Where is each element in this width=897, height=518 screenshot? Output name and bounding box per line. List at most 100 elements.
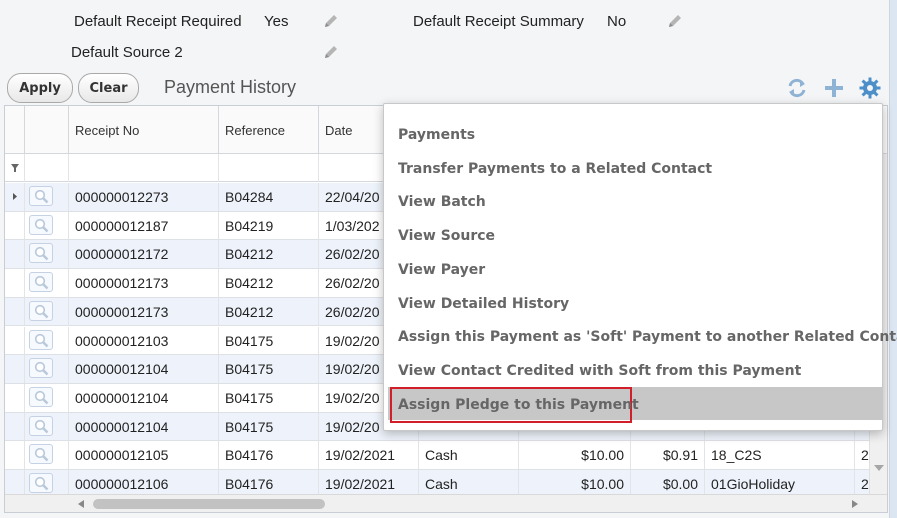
row-selected-arrow-icon — [13, 193, 17, 200]
view-record-button[interactable] — [29, 329, 53, 350]
amount-cell: $10.00 — [519, 441, 631, 469]
context-menu: Payments Transfer Payments to a Related … — [383, 103, 897, 431]
source-cell: 18_C2S — [705, 441, 855, 469]
magnifier-icon — [34, 304, 49, 319]
apply-button[interactable]: Apply — [7, 73, 73, 103]
gear-icon[interactable] — [859, 77, 881, 99]
default-source-2-label: Default Source 2 — [71, 44, 183, 61]
magnifier-icon — [34, 362, 49, 376]
view-record-button[interactable] — [29, 186, 53, 206]
clear-button[interactable]: Clear — [78, 73, 139, 103]
menu-item-view-contact-credited[interactable]: View Contact Credited with Soft from thi… — [398, 363, 801, 379]
magnifier-icon — [34, 189, 49, 204]
refresh-icon[interactable] — [786, 77, 808, 99]
default-receipt-required-label: Default Receipt Required — [74, 13, 242, 30]
menu-item-assign-pledge[interactable]: Assign Pledge to this Payment — [398, 397, 639, 413]
row-indicator-cell — [5, 211, 25, 240]
menu-item-view-batch[interactable]: View Batch — [398, 194, 486, 210]
header-indicator-cell — [5, 106, 25, 154]
edit-receipt-required-pencil-icon[interactable] — [322, 12, 340, 30]
row-indicator-cell — [5, 297, 25, 326]
menu-item-payments[interactable]: Payments — [398, 127, 475, 143]
menu-item-view-detailed-history[interactable]: View Detailed History — [398, 296, 569, 312]
reference-cell: B04212 — [219, 269, 319, 297]
view-cell — [25, 383, 69, 412]
plus-icon[interactable] — [823, 77, 845, 99]
receipt-cell: 000000012273 — [69, 183, 219, 211]
section-title: Payment History — [164, 77, 297, 97]
scroll-down-arrow-icon[interactable] — [873, 464, 885, 472]
reference-cell: B04219 — [219, 211, 319, 240]
view-record-button[interactable] — [29, 415, 53, 436]
scroll-right-arrow-icon[interactable] — [851, 499, 859, 509]
view-cell — [25, 183, 69, 211]
header-view-cell — [25, 106, 69, 154]
view-cell — [25, 412, 69, 441]
reference-cell: B04284 — [219, 183, 319, 211]
view-record-button[interactable] — [29, 444, 53, 465]
header-reference[interactable]: Reference — [219, 106, 319, 154]
reference-cell: B04212 — [219, 297, 319, 326]
row-indicator-cell — [5, 183, 25, 211]
menu-item-view-source[interactable]: View Source — [398, 228, 495, 244]
row-indicator-cell — [5, 412, 25, 441]
receipt-cell: 000000012103 — [69, 326, 219, 355]
view-cell — [25, 240, 69, 269]
reference-cell: B04175 — [219, 383, 319, 412]
magnifier-icon — [34, 333, 49, 347]
row-indicator-cell — [5, 383, 25, 412]
view-record-button[interactable] — [29, 272, 53, 293]
scroll-left-arrow-icon[interactable] — [77, 499, 85, 509]
default-receipt-summary-label: Default Receipt Summary — [413, 13, 584, 30]
table-row[interactable]: 000000012105 B04176 19/02/2021 Cash $10.00 $0… — [5, 441, 887, 470]
receipt-cell: 000000012105 — [69, 441, 219, 469]
reference-cell: B04212 — [219, 240, 319, 269]
payment-panel: Default Receipt Required Yes Default Rec… — [0, 0, 897, 518]
reference-cell: B04175 — [219, 412, 319, 441]
menu-item-transfer-payments[interactable]: Transfer Payments to a Related Contact — [398, 161, 712, 177]
magnifier-icon — [34, 247, 49, 261]
filter-reference-input[interactable] — [219, 154, 319, 182]
menu-item-assign-soft-payment[interactable]: Assign this Payment as 'Soft' Payment to… — [398, 329, 897, 345]
magnifier-icon — [34, 390, 49, 405]
edit-receipt-summary-pencil-icon[interactable] — [666, 12, 684, 30]
menu-item-view-payer[interactable]: View Payer — [398, 262, 485, 278]
receipt-cell: 000000012172 — [69, 240, 219, 269]
view-cell — [25, 269, 69, 297]
receipt-cell: 000000012104 — [69, 383, 219, 412]
view-record-button[interactable] — [29, 300, 53, 321]
filter-cell — [25, 154, 69, 182]
magnifier-icon — [34, 275, 49, 290]
header-receipt-no[interactable]: Receipt No — [69, 106, 219, 154]
view-record-button[interactable] — [29, 358, 53, 379]
receipt-cell: 000000012173 — [69, 269, 219, 297]
view-record-button[interactable] — [29, 214, 53, 235]
view-record-button[interactable] — [29, 473, 53, 493]
default-receipt-summary-value: No — [607, 13, 627, 30]
row-indicator-cell — [5, 355, 25, 383]
row-indicator-cell — [5, 326, 25, 355]
receipt-cell: 000000012173 — [69, 297, 219, 326]
view-record-button[interactable] — [29, 243, 53, 264]
row-indicator-cell — [5, 269, 25, 297]
view-cell — [25, 211, 69, 240]
view-cell — [25, 297, 69, 326]
filter-cell — [5, 154, 25, 182]
type-cell: Cash — [419, 441, 519, 469]
receipt-cell: 000000012104 — [69, 412, 219, 441]
reference-cell: B04175 — [219, 326, 319, 355]
horizontal-scroll-thumb[interactable] — [93, 499, 325, 509]
reference-cell: B04176 — [219, 441, 319, 469]
default-receipt-required-value: Yes — [264, 13, 289, 30]
horizontal-scrollbar[interactable] — [5, 494, 887, 512]
row-indicator-cell — [5, 441, 25, 469]
edit-source-2-pencil-icon[interactable] — [322, 43, 340, 61]
magnifier-icon — [34, 419, 49, 433]
date-cell: 19/02/2021 — [319, 441, 419, 469]
magnifier-icon — [34, 476, 49, 491]
view-cell — [25, 355, 69, 383]
filter-receipt-input[interactable] — [69, 154, 219, 182]
filter-icon[interactable] — [10, 163, 20, 173]
receipt-cell: 000000012187 — [69, 211, 219, 240]
view-record-button[interactable] — [29, 386, 53, 407]
